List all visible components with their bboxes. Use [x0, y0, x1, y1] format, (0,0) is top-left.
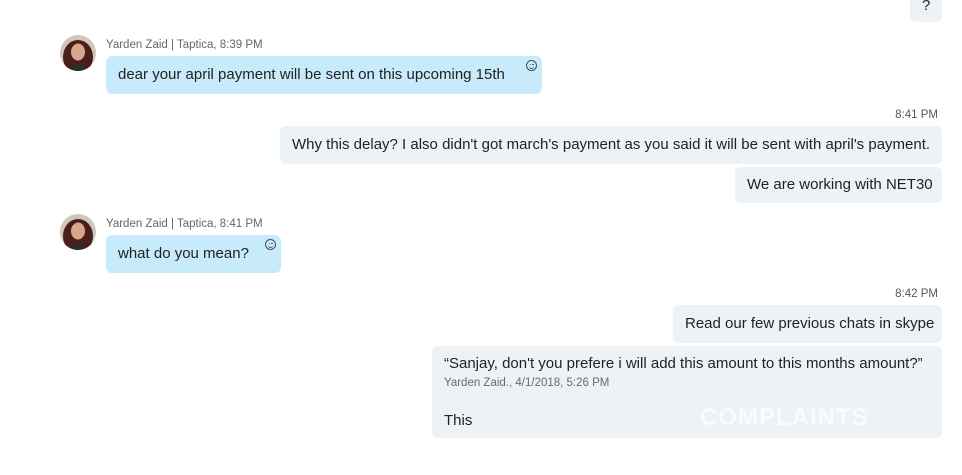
smiley-icon[interactable]: [526, 60, 537, 71]
outgoing-message-bubble[interactable]: Why this delay? I also didn't got march'…: [280, 126, 942, 164]
outgoing-message-bubble[interactable]: Read our few previous chats in skype: [673, 305, 942, 343]
incoming-message-bubble[interactable]: what do you mean?: [106, 235, 281, 273]
partial-outgoing-bubble[interactable]: ?: [910, 0, 942, 22]
watermark-text: COMPLAINTS: [700, 404, 869, 431]
quoted-message-text: “Sanjay, don't you prefere i will add th…: [444, 355, 923, 372]
outgoing-message-bubble[interactable]: We are working with NET30: [735, 167, 942, 203]
message-text: dear your april payment will be sent on …: [118, 66, 505, 83]
message-timestamp: 8:41 PM: [895, 109, 938, 121]
message-text: Read our few previous chats in skype: [685, 315, 935, 332]
smiley-icon[interactable]: [265, 239, 276, 250]
user-avatar-image: [60, 35, 96, 71]
message-timestamp: 8:42 PM: [895, 288, 938, 300]
message-text: what do you mean?: [118, 245, 249, 262]
quoted-message-meta: Yarden Zaid., 4/1/2018, 5:26 PM: [444, 377, 610, 389]
message-text: ?: [922, 0, 931, 14]
avatar[interactable]: [60, 214, 96, 250]
watermark: COMPLAINTS: [700, 404, 869, 432]
message-text: We are working with NET30: [747, 176, 933, 193]
avatar[interactable]: [60, 35, 96, 71]
user-avatar-image: [60, 214, 96, 250]
message-text: Why this delay? I also didn't got march'…: [292, 136, 931, 153]
sender-info: Yarden Zaid | Taptica, 8:39 PM: [106, 39, 263, 51]
incoming-message-bubble[interactable]: dear your april payment will be sent on …: [106, 56, 542, 94]
sender-info: Yarden Zaid | Taptica, 8:41 PM: [106, 218, 263, 230]
